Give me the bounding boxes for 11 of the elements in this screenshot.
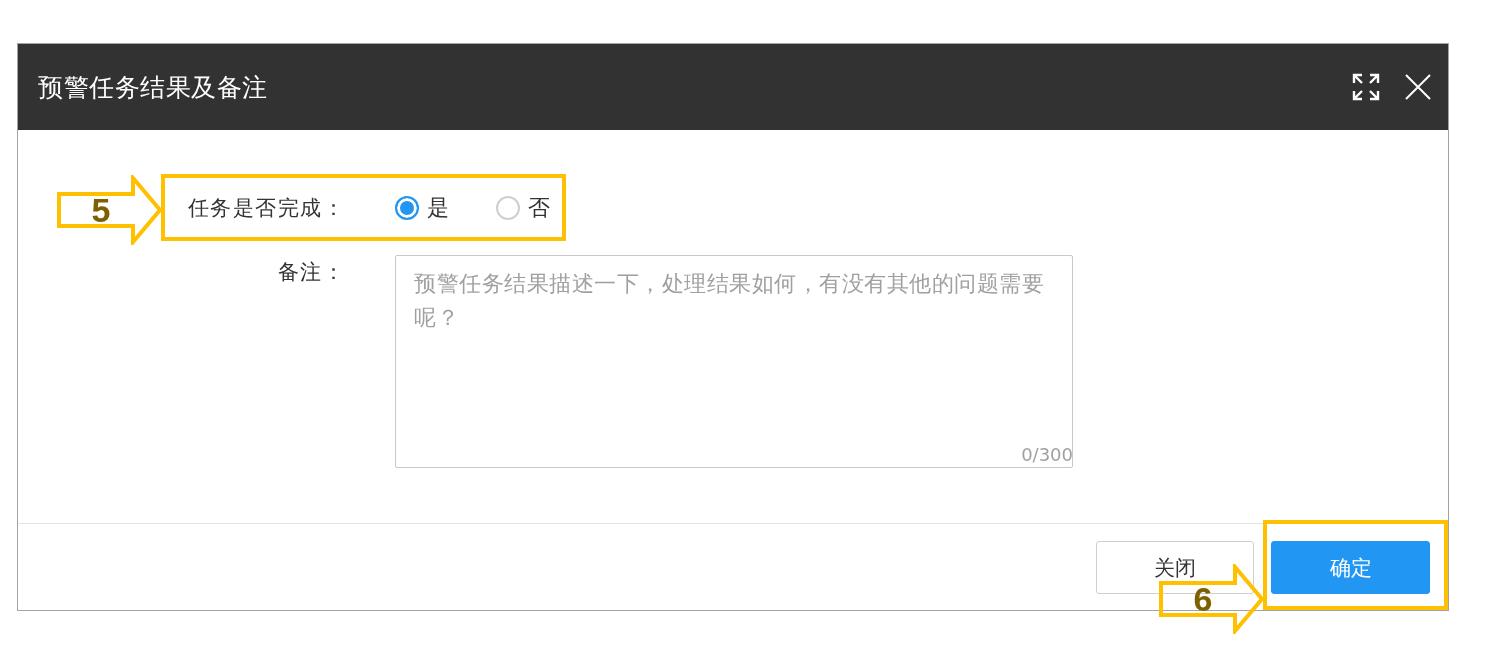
radio-label[interactable]: 是 [427,192,449,223]
field-label: 任务是否完成： [186,194,345,222]
dialog-title: 预警任务结果及备注 [38,71,269,104]
close-icon[interactable] [1405,74,1431,100]
character-counter: 0/300 [1021,444,1073,466]
radio-label[interactable]: 否 [528,192,550,223]
radio-button[interactable] [395,195,419,220]
expand-icon[interactable] [1352,73,1380,101]
radio-button[interactable] [496,195,520,220]
field-label: 备注： [276,259,345,286]
callout-number: 5 [91,193,111,227]
